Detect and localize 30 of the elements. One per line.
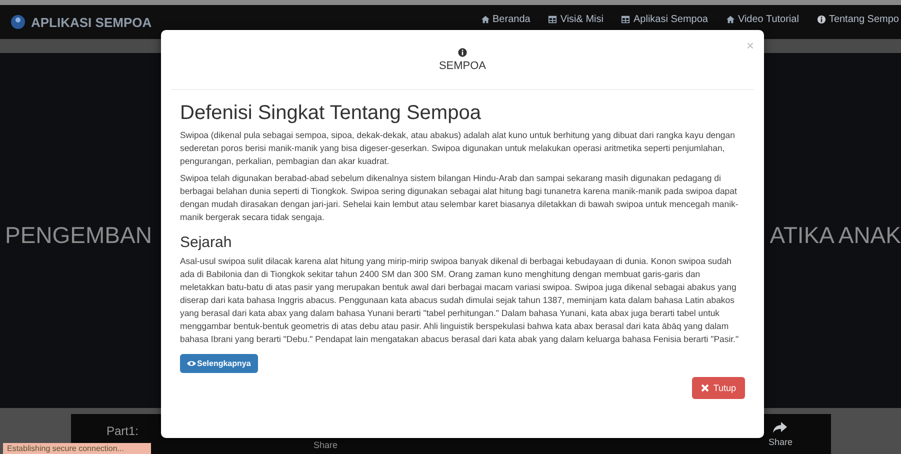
video-title: Part1: bbox=[106, 424, 139, 438]
close-icon bbox=[701, 384, 710, 392]
nav-link[interactable]: Beranda bbox=[480, 14, 530, 24]
table-icon bbox=[621, 14, 630, 24]
home-icon bbox=[480, 14, 490, 24]
home-icon bbox=[726, 14, 735, 24]
info-icon bbox=[816, 14, 826, 24]
nav-link[interactable]: Video Tutorial bbox=[726, 14, 799, 24]
info-icon bbox=[458, 48, 467, 56]
section-heading: Sejarah bbox=[180, 234, 233, 251]
share-link[interactable]: Share bbox=[314, 440, 338, 450]
hero-title: ATIKA ANAK bbox=[770, 222, 901, 249]
section-heading: Defenisi Singkat Tentang Sempoa bbox=[180, 102, 482, 125]
read-more-button[interactable]: Selengkapnya bbox=[180, 354, 258, 373]
close-button[interactable]: Tutup bbox=[692, 377, 745, 399]
status-bar: Establishing secure connection... bbox=[3, 443, 151, 454]
nav-link[interactable]: Aplikasi Sempoa bbox=[621, 14, 708, 24]
logo-icon bbox=[10, 14, 26, 30]
hero-title: PENGEMBAN bbox=[5, 222, 152, 249]
modal-title: SEMPOA bbox=[438, 60, 486, 72]
nav-link[interactable]: Visi& Misi bbox=[548, 14, 604, 24]
nav-link[interactable]: Tentang Sempo bbox=[816, 14, 899, 24]
paragraph: Swipoa (dikenal pula sebagai sempoa, sipoa, dekak-dekak, atau abakus) adalah alat kuno untuk berhitung yang dibuat dari rangka kayu dengan sederetan poros berisi manik-manik yang bisa digeser-geserkan. Swipoa digunakan untuk melakukan operasi aritmetika seperti penjumlahan, pengurangan, perkalian, pembagian dan akar kuadrat. bbox=[180, 129, 736, 168]
share-link[interactable]: Share bbox=[768, 436, 792, 446]
table-icon bbox=[548, 14, 558, 24]
share-icon[interactable] bbox=[773, 422, 788, 432]
paragraph: Asal-usul swipoa sulit dilacak karena alat hitung yang mirip-mirip swipoa banyak dikenal di berbagai kebudayaan di dunia. Konon swipoa sudah ada di Babilonia dan di Tiongkok sekitar tahun 2400 SM dan 300 SM. Orang zaman kuno menghitung dengan membuat garis-garis dan meletakkan batu-batu di atas pasir yang merupakan bentuk awal dari berbagai macam variasi swipoa. Swipoa juga dikenal sebagai abakus yang diserap dari kata bahasa Inggris abacus. Penggunaan kata abacus sudah dimulai sejak tahun 1387, meminjam kata dalam bahasa Latin abakos yang berasal dari kata abax yang dalam bahasa Yunani berarti "tabel perhitungan." Dalam bahasa Yunani, kata abax juga berarti tabel untuk menggambar bentuk-bentuk geometris di atas debu atau pasir. Ahli linguistik berspekulasi bahwa kata abax berasal dari kata ābāq yang dalam bahasa Ibrani yang berarti "Debu." Pendapat lain mengatakan abacus berasal dari kata abak yang dalam keluarga bahasa Fenisia berarti "Pasir." bbox=[180, 255, 740, 346]
paragraph: Swipoa telah digunakan berabad-abad sebelum dikenalnya sistem bilangan Hindu-Arab dan sampai sekarang masih digunakan pedagang di berbagai belahan dunia seperti di Tiongkok. Swipoa sering digunakan sebagai alat hitung bagi tunanetra karena manik-manik pada swipoa dapat dengan mudah dirasakan dengan jari-jari. Sehelai kain lembut atau selembar karet biasanya diletakkan di bawah swipoa untuk mencegah manik-manik bergerak secara tidak sengaja. bbox=[180, 172, 740, 224]
brand-name[interactable]: APLIKASI SEMPOA bbox=[31, 14, 152, 30]
eye-icon bbox=[187, 360, 196, 367]
